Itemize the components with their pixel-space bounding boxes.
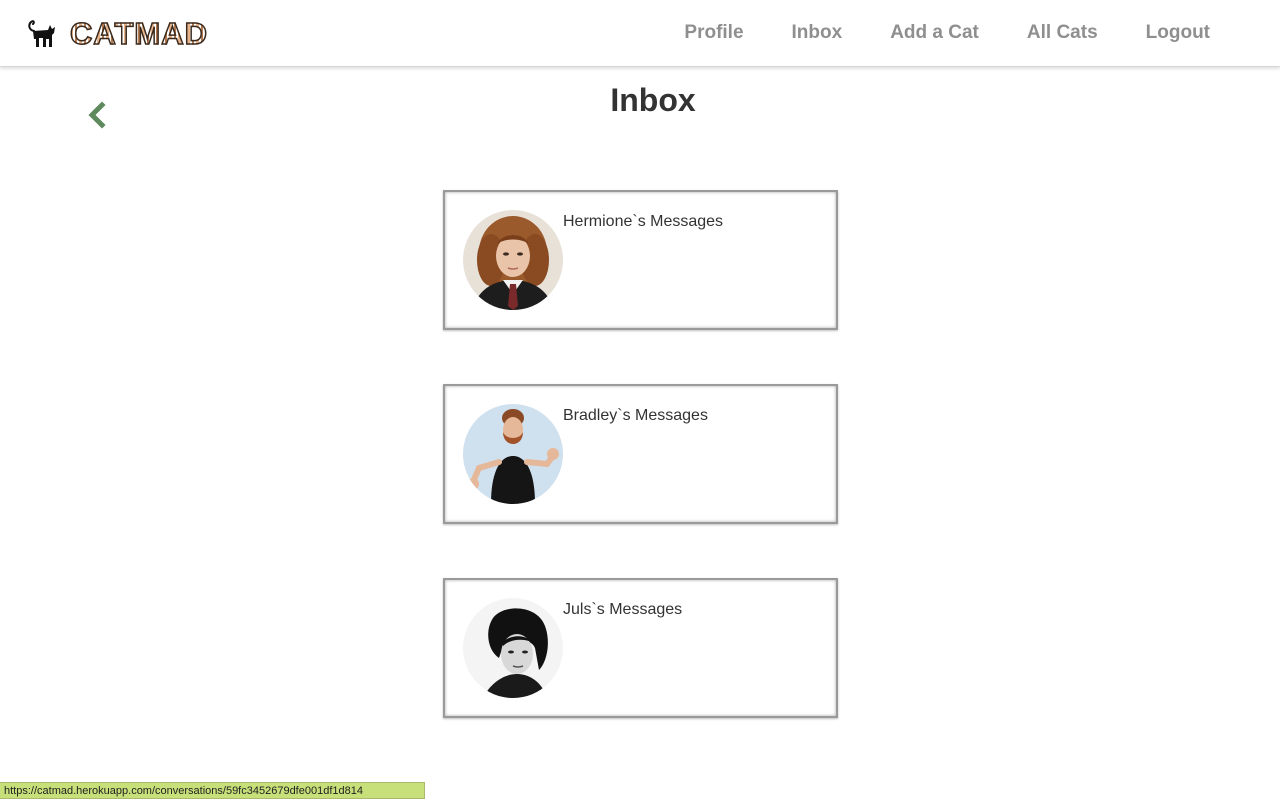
link-preview-status-bar: https://catmad.herokuapp.com/conversatio… bbox=[0, 782, 425, 799]
catmad-logo-text: CATMAD bbox=[69, 15, 209, 52]
avatar bbox=[463, 404, 563, 504]
nav-link-profile[interactable]: Profile bbox=[684, 20, 743, 46]
avatar-photo-hermione bbox=[463, 210, 563, 310]
nav-link-all-cats[interactable]: All Cats bbox=[1027, 20, 1098, 46]
conversation-label: Juls`s Messages bbox=[563, 601, 683, 618]
top-navbar: CATMAD Profile Inbox Add a Cat All Cats … bbox=[0, 0, 1280, 67]
avatar bbox=[463, 210, 563, 310]
page-title: Inbox bbox=[610, 82, 696, 118]
black-cat-icon bbox=[28, 20, 55, 47]
conversation-card-juls[interactable]: Juls`s Messages bbox=[443, 578, 838, 718]
main-nav: Profile Inbox Add a Cat All Cats Logout bbox=[636, 20, 1210, 46]
avatar bbox=[463, 598, 563, 698]
conversation-card-bradley[interactable]: Bradley`s Messages bbox=[443, 384, 838, 524]
nav-link-add-a-cat[interactable]: Add a Cat bbox=[890, 20, 979, 46]
conversation-label: Bradley`s Messages bbox=[563, 407, 708, 424]
avatar-photo-bradley bbox=[463, 404, 563, 504]
conversation-label: Hermione`s Messages bbox=[563, 213, 724, 230]
nav-link-logout[interactable]: Logout bbox=[1146, 20, 1210, 46]
avatar-photo-juls bbox=[463, 598, 563, 698]
nav-link-inbox[interactable]: Inbox bbox=[792, 20, 843, 46]
brand-logo[interactable]: CATMAD bbox=[28, 15, 209, 52]
conversation-card-hermione[interactable]: Hermione`s Messages bbox=[443, 190, 838, 330]
